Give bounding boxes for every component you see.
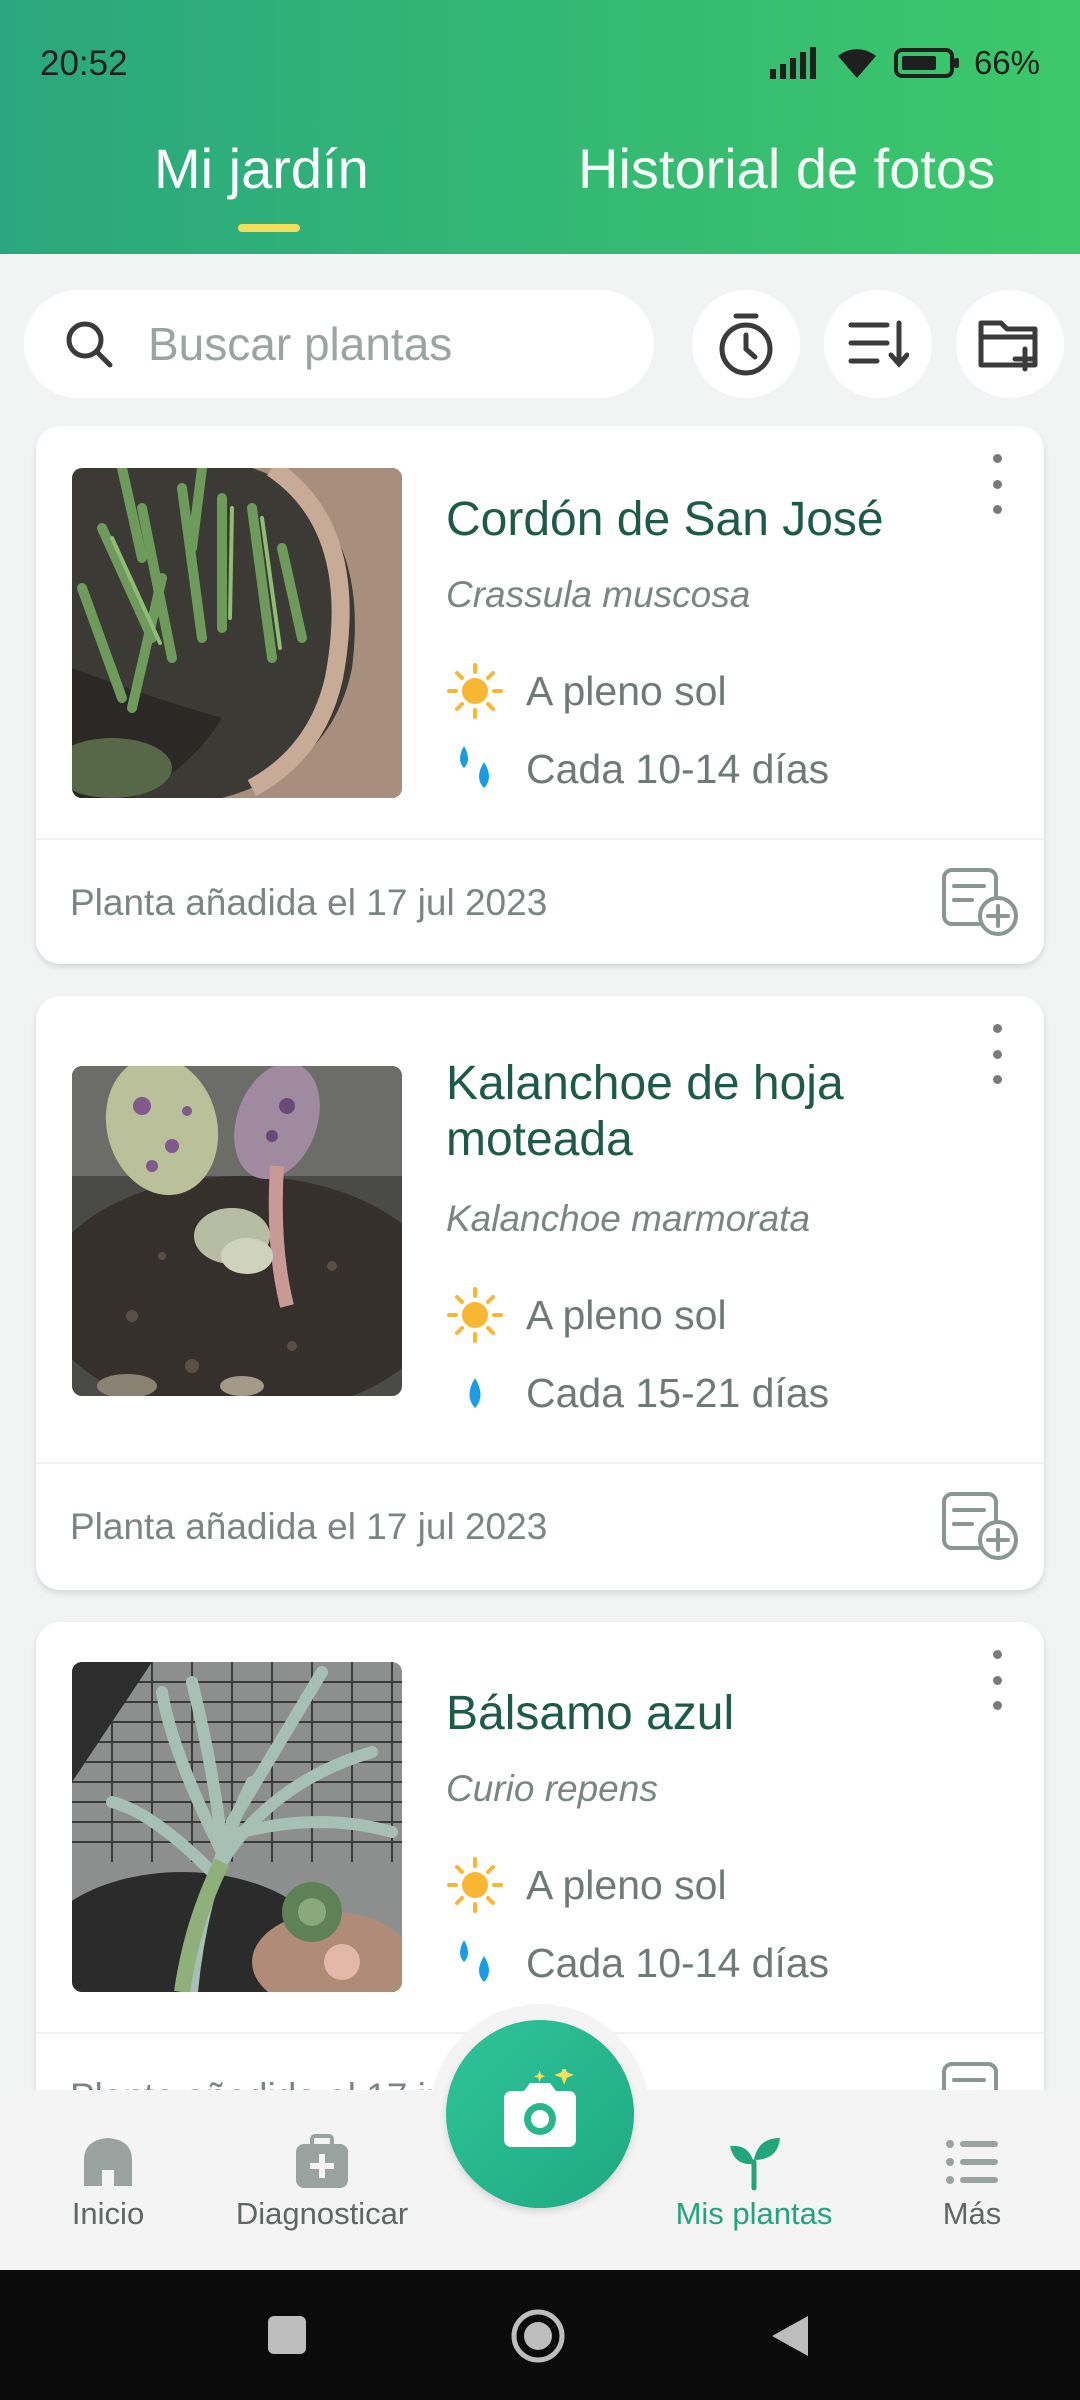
battery-percent: 66% (973, 44, 1040, 81)
reminder-button[interactable] (692, 290, 800, 398)
nav-my-plants[interactable]: Mis plantas (654, 2090, 854, 2270)
first-aid-kit-icon (296, 2134, 348, 2188)
signal-icon (769, 47, 816, 79)
add-note-icon[interactable] (940, 866, 1020, 938)
home-icon (84, 2138, 132, 2186)
menu-list-icon (946, 2140, 998, 2184)
status-time: 20:52 (40, 44, 128, 83)
water-drop-icon (446, 1364, 504, 1422)
nav-more-label: Más (942, 2196, 1002, 2231)
nav-my-plants-label: Mis plantas (675, 2196, 833, 2231)
wifi-icon (837, 49, 876, 78)
water-drops-icon (446, 740, 504, 798)
plant-photo (72, 1662, 402, 1992)
card-more-menu-button[interactable] (982, 1650, 1012, 1710)
plant-card[interactable]: Kalanchoe de hoja moteada Kalanchoe marm… (36, 996, 1044, 1590)
watering-frequency: Cada 10-14 días (446, 1934, 829, 1992)
light-text: A pleno sol (526, 1861, 727, 1908)
folder-add-icon (978, 320, 1038, 372)
sort-icon (848, 320, 909, 368)
add-folder-button[interactable] (956, 290, 1064, 398)
plant-scientific-name: Curio repens (446, 1768, 658, 1809)
card-divider (36, 1462, 1044, 1464)
water-drops-icon (446, 1934, 504, 1992)
plant-photo (72, 1066, 402, 1396)
watering-frequency: Cada 15-21 días (446, 1364, 829, 1422)
battery-icon (893, 48, 959, 78)
nav-home[interactable]: Inicio (8, 2090, 208, 2270)
card-more-menu-button[interactable] (982, 454, 1012, 514)
plant-name: Cordón de San José (446, 493, 884, 546)
sprout-icon (730, 2138, 780, 2191)
search-input[interactable] (146, 316, 590, 372)
add-note-icon[interactable] (940, 1490, 1020, 1562)
added-date: Planta añadida el 17 jul 2023 (70, 882, 548, 923)
plant-card[interactable]: Cordón de San José Crassula muscosa A pl… (36, 426, 1044, 964)
card-more-menu-button[interactable] (982, 1024, 1012, 1084)
back-icon[interactable] (768, 2312, 812, 2360)
camera-icon (504, 2069, 576, 2147)
light-requirement: A pleno sol (446, 1856, 727, 1914)
tab-my-garden[interactable]: Mi jardín (154, 136, 369, 201)
water-text: Cada 10-14 días (526, 1939, 830, 1986)
status-icons: 66% (769, 44, 1040, 82)
home-system-icon[interactable] (510, 2308, 566, 2364)
active-tab-indicator (238, 224, 300, 232)
recent-apps-icon[interactable] (266, 2314, 308, 2356)
search-bar[interactable] (24, 290, 654, 398)
plant-photo (72, 468, 402, 798)
plant-scientific-name: Kalanchoe marmorata (446, 1198, 811, 1239)
light-text: A pleno sol (526, 667, 727, 714)
water-text: Cada 15-21 días (526, 1369, 830, 1416)
light-requirement: A pleno sol (446, 1286, 727, 1344)
system-navigation-bar (0, 2270, 1080, 2400)
sort-button[interactable] (824, 290, 932, 398)
plant-name: Kalanchoe de hoja moteada (446, 1057, 844, 1166)
sun-icon (446, 1856, 504, 1914)
nav-diagnose-label: Diagnosticar (235, 2196, 409, 2231)
timer-icon (719, 313, 773, 376)
nav-home-label: Inicio (71, 2196, 145, 2231)
watering-frequency: Cada 10-14 días (446, 740, 829, 798)
camera-identify-button[interactable] (446, 2020, 634, 2208)
light-text: A pleno sol (526, 1291, 727, 1338)
nav-diagnose[interactable]: Diagnosticar (222, 2090, 422, 2270)
plant-scientific-name: Crassula muscosa (446, 574, 751, 615)
nav-more[interactable]: Más (872, 2090, 1072, 2270)
sun-icon (446, 662, 504, 720)
sun-icon (446, 1286, 504, 1344)
plant-name: Bálsamo azul (446, 1687, 735, 1740)
card-divider (36, 838, 1044, 840)
water-text: Cada 10-14 días (526, 745, 830, 792)
app-header: 20:52 66% Mi jardín Historial de fotos (0, 0, 1080, 254)
light-requirement: A pleno sol (446, 662, 727, 720)
search-icon (66, 321, 113, 368)
tab-photo-history[interactable]: Historial de fotos (578, 136, 995, 201)
added-date: Planta añadida el 17 jul 2023 (70, 1506, 548, 1547)
